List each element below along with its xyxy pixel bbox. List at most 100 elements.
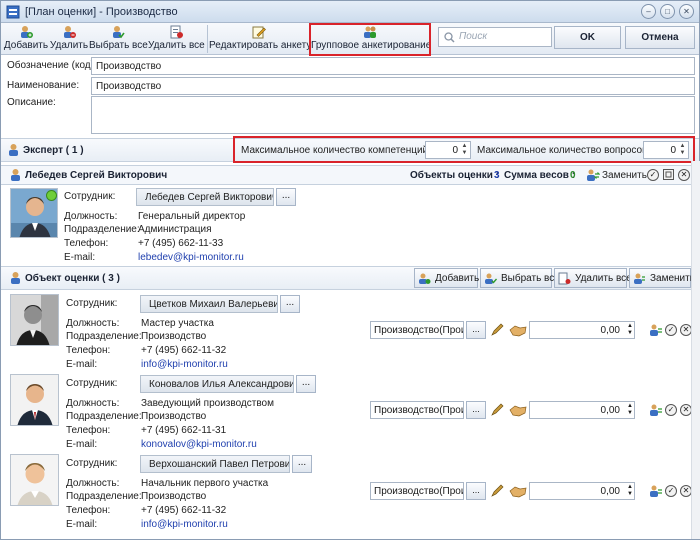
object-weight-field[interactable]: 0,00 ▲ ▼: [529, 482, 635, 500]
delete-label: Удалить: [49, 40, 89, 51]
confirm-icon[interactable]: ✓: [665, 404, 677, 416]
object-plan-select[interactable]: Производство(Прои: [370, 401, 464, 419]
object-employee-field[interactable]: Коновалов Илья Александрович: [140, 375, 294, 393]
object-weight-value: 0,00: [600, 486, 620, 497]
object-avatar: [10, 294, 59, 346]
add-button[interactable]: Добавить: [3, 24, 49, 54]
edit-form-icon: [252, 26, 266, 39]
object-email-link[interactable]: konovalov@kpi-monitor.ru: [141, 439, 257, 450]
object-weight-field[interactable]: 0,00 ▲ ▼: [529, 321, 635, 339]
name-label: Наименование:: [7, 80, 80, 91]
description-field[interactable]: [91, 96, 695, 134]
fullscreen-icon[interactable]: [662, 168, 675, 181]
object-plan-select[interactable]: Производство(Прои: [370, 321, 464, 339]
expert-employee-field[interactable]: Лебедев Сергей Викторович: [136, 188, 274, 206]
object-position-label: Должность:: [66, 478, 120, 489]
close-window-button[interactable]: ✕: [679, 4, 694, 19]
object-employee-browse-button[interactable]: ...: [292, 455, 312, 473]
object-employee-label: Сотрудник:: [66, 298, 118, 309]
object-dept-label: Подразделение:: [66, 331, 142, 342]
object-employee-browse-button[interactable]: ...: [280, 295, 300, 313]
object-phone-label: Телефон:: [66, 345, 111, 356]
add-label: Добавить: [3, 40, 49, 51]
weights-sum-value: 0: [570, 170, 576, 181]
spinner-arrows-icon[interactable]: ▲ ▼: [627, 323, 633, 337]
object-email-label: E-mail:: [66, 359, 98, 370]
add-user-icon: [419, 273, 431, 284]
online-status-icon: [46, 190, 57, 201]
expert-position-value: Генеральный директор: [138, 211, 246, 222]
object-phone-label: Телефон:: [66, 505, 111, 516]
search-input[interactable]: Поиск: [438, 27, 552, 47]
object-employee-browse-button[interactable]: ...: [296, 375, 316, 393]
object-employee-field[interactable]: Верхошанский Павел Петрович: [140, 455, 290, 473]
replace-user-icon[interactable]: [649, 323, 663, 337]
select-users-icon: [113, 26, 125, 39]
object-plan-browse-button[interactable]: ...: [466, 482, 486, 500]
object-plan-browse-button[interactable]: ...: [466, 401, 486, 419]
edit-form-button[interactable]: Редактировать анкету: [209, 24, 311, 54]
object-phone-value: +7 (495) 662-11-31: [141, 425, 227, 436]
spinner-arrows-icon[interactable]: ▲ ▼: [627, 484, 633, 498]
handshake-icon[interactable]: [509, 403, 527, 417]
object-avatar: [10, 454, 59, 506]
delete-all-label: Удалить все: [148, 40, 205, 51]
objects-delete-all-button[interactable]: Удалить все: [554, 268, 632, 288]
brush-icon[interactable]: [489, 322, 505, 338]
minimize-button[interactable]: –: [641, 4, 656, 19]
remove-expert-icon[interactable]: ✕: [678, 169, 690, 181]
objects-replace-button[interactable]: Заменить: [629, 268, 695, 288]
code-field[interactable]: Производство: [91, 57, 695, 75]
name-field[interactable]: Производство: [91, 77, 695, 95]
vertical-scrollbar[interactable]: [691, 161, 700, 539]
objects-select-all-button[interactable]: Выбрать все: [480, 268, 560, 288]
brush-icon[interactable]: [489, 483, 505, 499]
app-icon: [6, 5, 20, 19]
objects-add-button[interactable]: Добавить: [414, 268, 479, 288]
confirm-icon[interactable]: ✓: [665, 324, 677, 336]
brush-icon[interactable]: [489, 402, 505, 418]
object-position-label: Должность:: [66, 398, 120, 409]
delete-all-button[interactable]: Удалить все: [148, 24, 205, 54]
object-email-label: E-mail:: [66, 439, 98, 450]
clear-list-icon: [170, 25, 183, 39]
object-phone-label: Телефон:: [66, 425, 111, 436]
replace-user-icon[interactable]: [649, 484, 663, 498]
objects-count-label: Объекты оценки :: [410, 170, 500, 181]
replace-user-icon[interactable]: [649, 403, 663, 417]
expert-dept-label: Подразделение:: [64, 224, 140, 235]
select-all-button[interactable]: Выбрать все: [89, 24, 148, 54]
object-position-value: Заведующий производством: [141, 398, 274, 409]
expert-avatar: [10, 188, 58, 238]
object-email-label: E-mail:: [66, 519, 98, 530]
objects-section-title: Объект оценки ( 3 ): [25, 273, 120, 284]
title-bar: [План оценки] - Производство – □ ✕: [1, 1, 699, 23]
delete-button[interactable]: Удалить: [49, 24, 89, 54]
highlight-box-limits: [233, 136, 695, 163]
remove-user-icon: [64, 26, 76, 38]
replace-user-icon[interactable]: [586, 168, 600, 182]
object-employee-field[interactable]: Цветков Михаил Валерьевич: [140, 295, 278, 313]
ok-button[interactable]: OK: [554, 26, 621, 49]
maximize-button[interactable]: □: [660, 4, 675, 19]
expert-employee-browse-button[interactable]: ...: [276, 188, 296, 206]
spinner-arrows-icon[interactable]: ▲ ▼: [627, 403, 633, 417]
replace-expert-button[interactable]: Заменить: [602, 170, 647, 181]
object-email-link[interactable]: info@kpi-monitor.ru: [141, 519, 228, 530]
handshake-icon[interactable]: [509, 323, 527, 337]
object-employee-label: Сотрудник:: [66, 458, 118, 469]
object-weight-field[interactable]: 0,00 ▲ ▼: [529, 401, 635, 419]
objects-count-value: 3: [494, 170, 500, 181]
object-plan-browse-button[interactable]: ...: [466, 321, 486, 339]
object-plan-select[interactable]: Производство(Прои: [370, 482, 464, 500]
object-position-value: Мастер участка: [141, 318, 214, 329]
object-avatar: [10, 374, 59, 426]
confirm-icon[interactable]: ✓: [647, 169, 659, 181]
cancel-button[interactable]: Отмена: [625, 26, 695, 49]
confirm-icon[interactable]: ✓: [665, 485, 677, 497]
expert-email-link[interactable]: lebedev@kpi-monitor.ru: [138, 252, 244, 263]
expert-section-title: Эксперт ( 1 ): [23, 145, 84, 156]
object-email-link[interactable]: info@kpi-monitor.ru: [141, 359, 228, 370]
expert-email-label: E-mail:: [64, 252, 96, 263]
handshake-icon[interactable]: [509, 484, 527, 498]
